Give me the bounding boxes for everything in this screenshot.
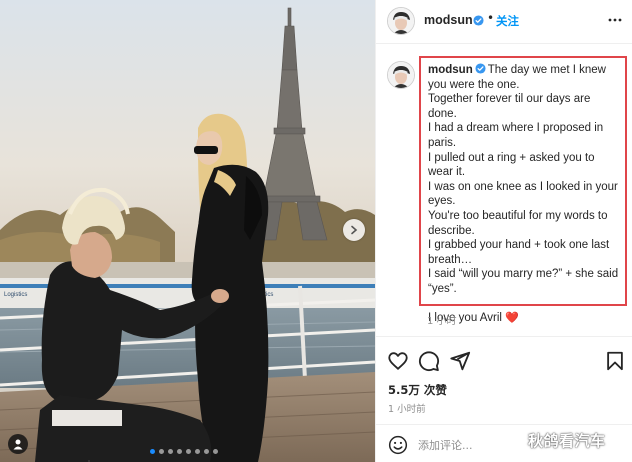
instagram-post-view: Logistics Logistics [0, 0, 632, 462]
carousel-dot [159, 449, 164, 454]
post-photo[interactable]: Logistics Logistics [0, 0, 375, 462]
verified-badge-icon [475, 63, 486, 74]
divider [376, 424, 632, 425]
post-side-panel: modsun • 关注 modsun The day we met I knew… [375, 0, 632, 462]
caption-highlight-box: modsun The day we met I knew you were th… [419, 56, 627, 324]
svg-text:Logistics: Logistics [4, 292, 27, 298]
header-username[interactable]: modsun [424, 13, 473, 27]
carousel-dot [195, 449, 200, 454]
avatar-image [388, 62, 414, 88]
caption-avatar[interactable] [387, 61, 415, 89]
caption-username[interactable]: modsun [428, 64, 473, 76]
watermark: 秋鸽看汽车 [528, 432, 606, 450]
avatar[interactable] [387, 7, 415, 35]
emoji-icon[interactable] [388, 435, 408, 455]
follow-button[interactable]: 关注 [496, 13, 519, 29]
caption-text: The day we met I knew you were the one. … [428, 64, 619, 325]
carousel-dot [213, 449, 218, 454]
caption-timestamp: 1 小时 [427, 316, 457, 327]
heart-emoji: ❤️ [505, 312, 519, 325]
verified-badge-icon [473, 15, 484, 26]
bookmark-icon[interactable] [604, 350, 626, 372]
carousel-dot [168, 449, 173, 454]
comment-icon[interactable] [418, 350, 440, 372]
user-tag-button[interactable] [8, 434, 28, 454]
carousel-next-button[interactable] [343, 219, 365, 241]
chevron-right-icon [351, 225, 358, 235]
avatar-image [388, 8, 414, 34]
heart-icon[interactable] [387, 350, 409, 372]
more-options-icon[interactable] [607, 12, 623, 28]
carousel-dot [186, 449, 191, 454]
like-count[interactable]: 5.5万 次赞 [388, 382, 447, 398]
carousel-dot [150, 449, 155, 454]
photo-illustration: Logistics Logistics [0, 0, 375, 462]
header-separator: • [487, 11, 495, 25]
post-header: modsun • 关注 [376, 0, 632, 44]
share-icon[interactable] [449, 350, 471, 372]
divider [376, 336, 632, 337]
carousel-dot [204, 449, 209, 454]
user-tag-icon [13, 439, 23, 450]
carousel-indicator [150, 449, 218, 454]
post-timestamp: 1 小时前 [388, 404, 426, 415]
carousel-dot [177, 449, 182, 454]
